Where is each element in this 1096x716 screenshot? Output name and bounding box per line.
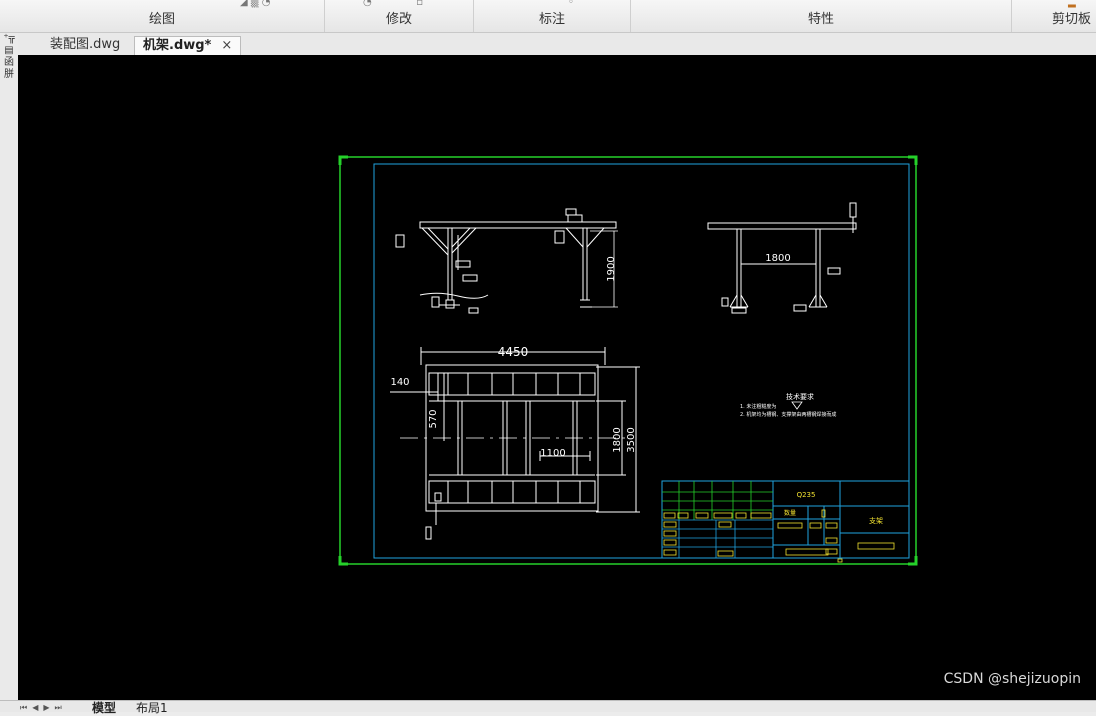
title-qty-label: 数量	[784, 509, 796, 517]
dim-plan-570: 570	[428, 409, 439, 428]
properties-icon[interactable]: 胼	[0, 69, 18, 81]
plan-view	[390, 347, 640, 540]
tab-label: 装配图.dwg	[50, 37, 121, 52]
ribbon-tool-icon[interactable]: ◢ ▒ ◔	[240, 0, 270, 8]
ribbon-group-modify[interactable]: ◔ ▫ 修改	[325, 0, 474, 32]
drawing-canvas[interactable]: 1900 1800 4450 140 570 1100 1800 3500 技术…	[18, 55, 1096, 700]
ribbon-tool-icon[interactable]: ◔ ▫	[363, 0, 423, 8]
cad-drawing: 1900 1800 4450 140 570 1100 1800 3500 技术…	[338, 155, 918, 566]
ribbon-group-clipboard[interactable]: ▂ 剪切板	[1012, 0, 1096, 32]
ribbon-group-label: 剪切板	[1052, 12, 1092, 27]
close-icon[interactable]: ×	[221, 38, 232, 53]
notes-line-2: 2. 机架均为槽钢、支撑架由两槽钢焊接而成	[740, 411, 836, 418]
dim-side-width: 1800	[765, 253, 790, 264]
palette-icon[interactable]: ▤	[0, 45, 18, 57]
ribbon-group-label: 标注	[538, 12, 565, 27]
layers-icon[interactable]: 函	[0, 57, 18, 69]
watermark: CSDN @shejizuopin	[943, 671, 1081, 687]
ribbon-group-label: 特性	[807, 12, 834, 27]
ribbon: ◢ ▒ ◔ 绘图 ◔ ▫ 修改 ◦ 标注 特性 ▂ 剪切板	[0, 0, 1096, 33]
dim-plan-140: 140	[390, 377, 409, 388]
dim-plan-3500: 3500	[626, 427, 637, 452]
dim-plan-1100: 1100	[540, 448, 565, 459]
dim-plan-1800: 1800	[612, 427, 623, 452]
notes-title: 技术要求	[786, 392, 814, 401]
clipboard-icon[interactable]: ▂	[1068, 0, 1076, 8]
ribbon-group-label: 修改	[385, 12, 412, 27]
tab-frame-drawing[interactable]: 机架.dwg* ×	[134, 36, 242, 55]
ribbon-group-label: 绘图	[148, 12, 175, 27]
tab-label: 机架.dwg*	[143, 38, 212, 53]
ribbon-group-draw[interactable]: ◢ ▒ ◔ 绘图	[0, 0, 325, 32]
notes-line-1: 1. 未注粗糙度为	[740, 403, 776, 410]
document-tab-bar: 装配图.dwg 机架.dwg* ×	[18, 33, 1096, 56]
title-material: Q235	[797, 491, 816, 499]
layout-tab-bar: ⏮◀▶⏭ 模型 布局1	[0, 700, 1096, 715]
layout-nav-icons[interactable]: ⏮◀▶⏭	[20, 703, 67, 713]
ribbon-group-properties[interactable]: 特性	[631, 0, 1012, 32]
tab-model[interactable]: 模型	[92, 699, 116, 716]
dim-front-height: 1900	[606, 256, 617, 281]
title-block: Q235 数量 支架	[661, 480, 910, 563]
ribbon-group-annotate[interactable]: ◦ 标注	[474, 0, 631, 32]
front-view	[395, 208, 617, 314]
title-part-name: 支架	[869, 516, 883, 525]
tab-assembly-drawing[interactable]: 装配图.dwg	[42, 36, 128, 54]
pin-icon[interactable]: ⁺╦	[0, 33, 18, 45]
ribbon-tool-icon[interactable]: ◦	[568, 0, 574, 8]
dim-plan-length: 4450	[498, 345, 529, 359]
tab-layout1[interactable]: 布局1	[136, 699, 168, 716]
left-toolbar: ⁺╦ ▤ 函 胼	[0, 33, 19, 711]
